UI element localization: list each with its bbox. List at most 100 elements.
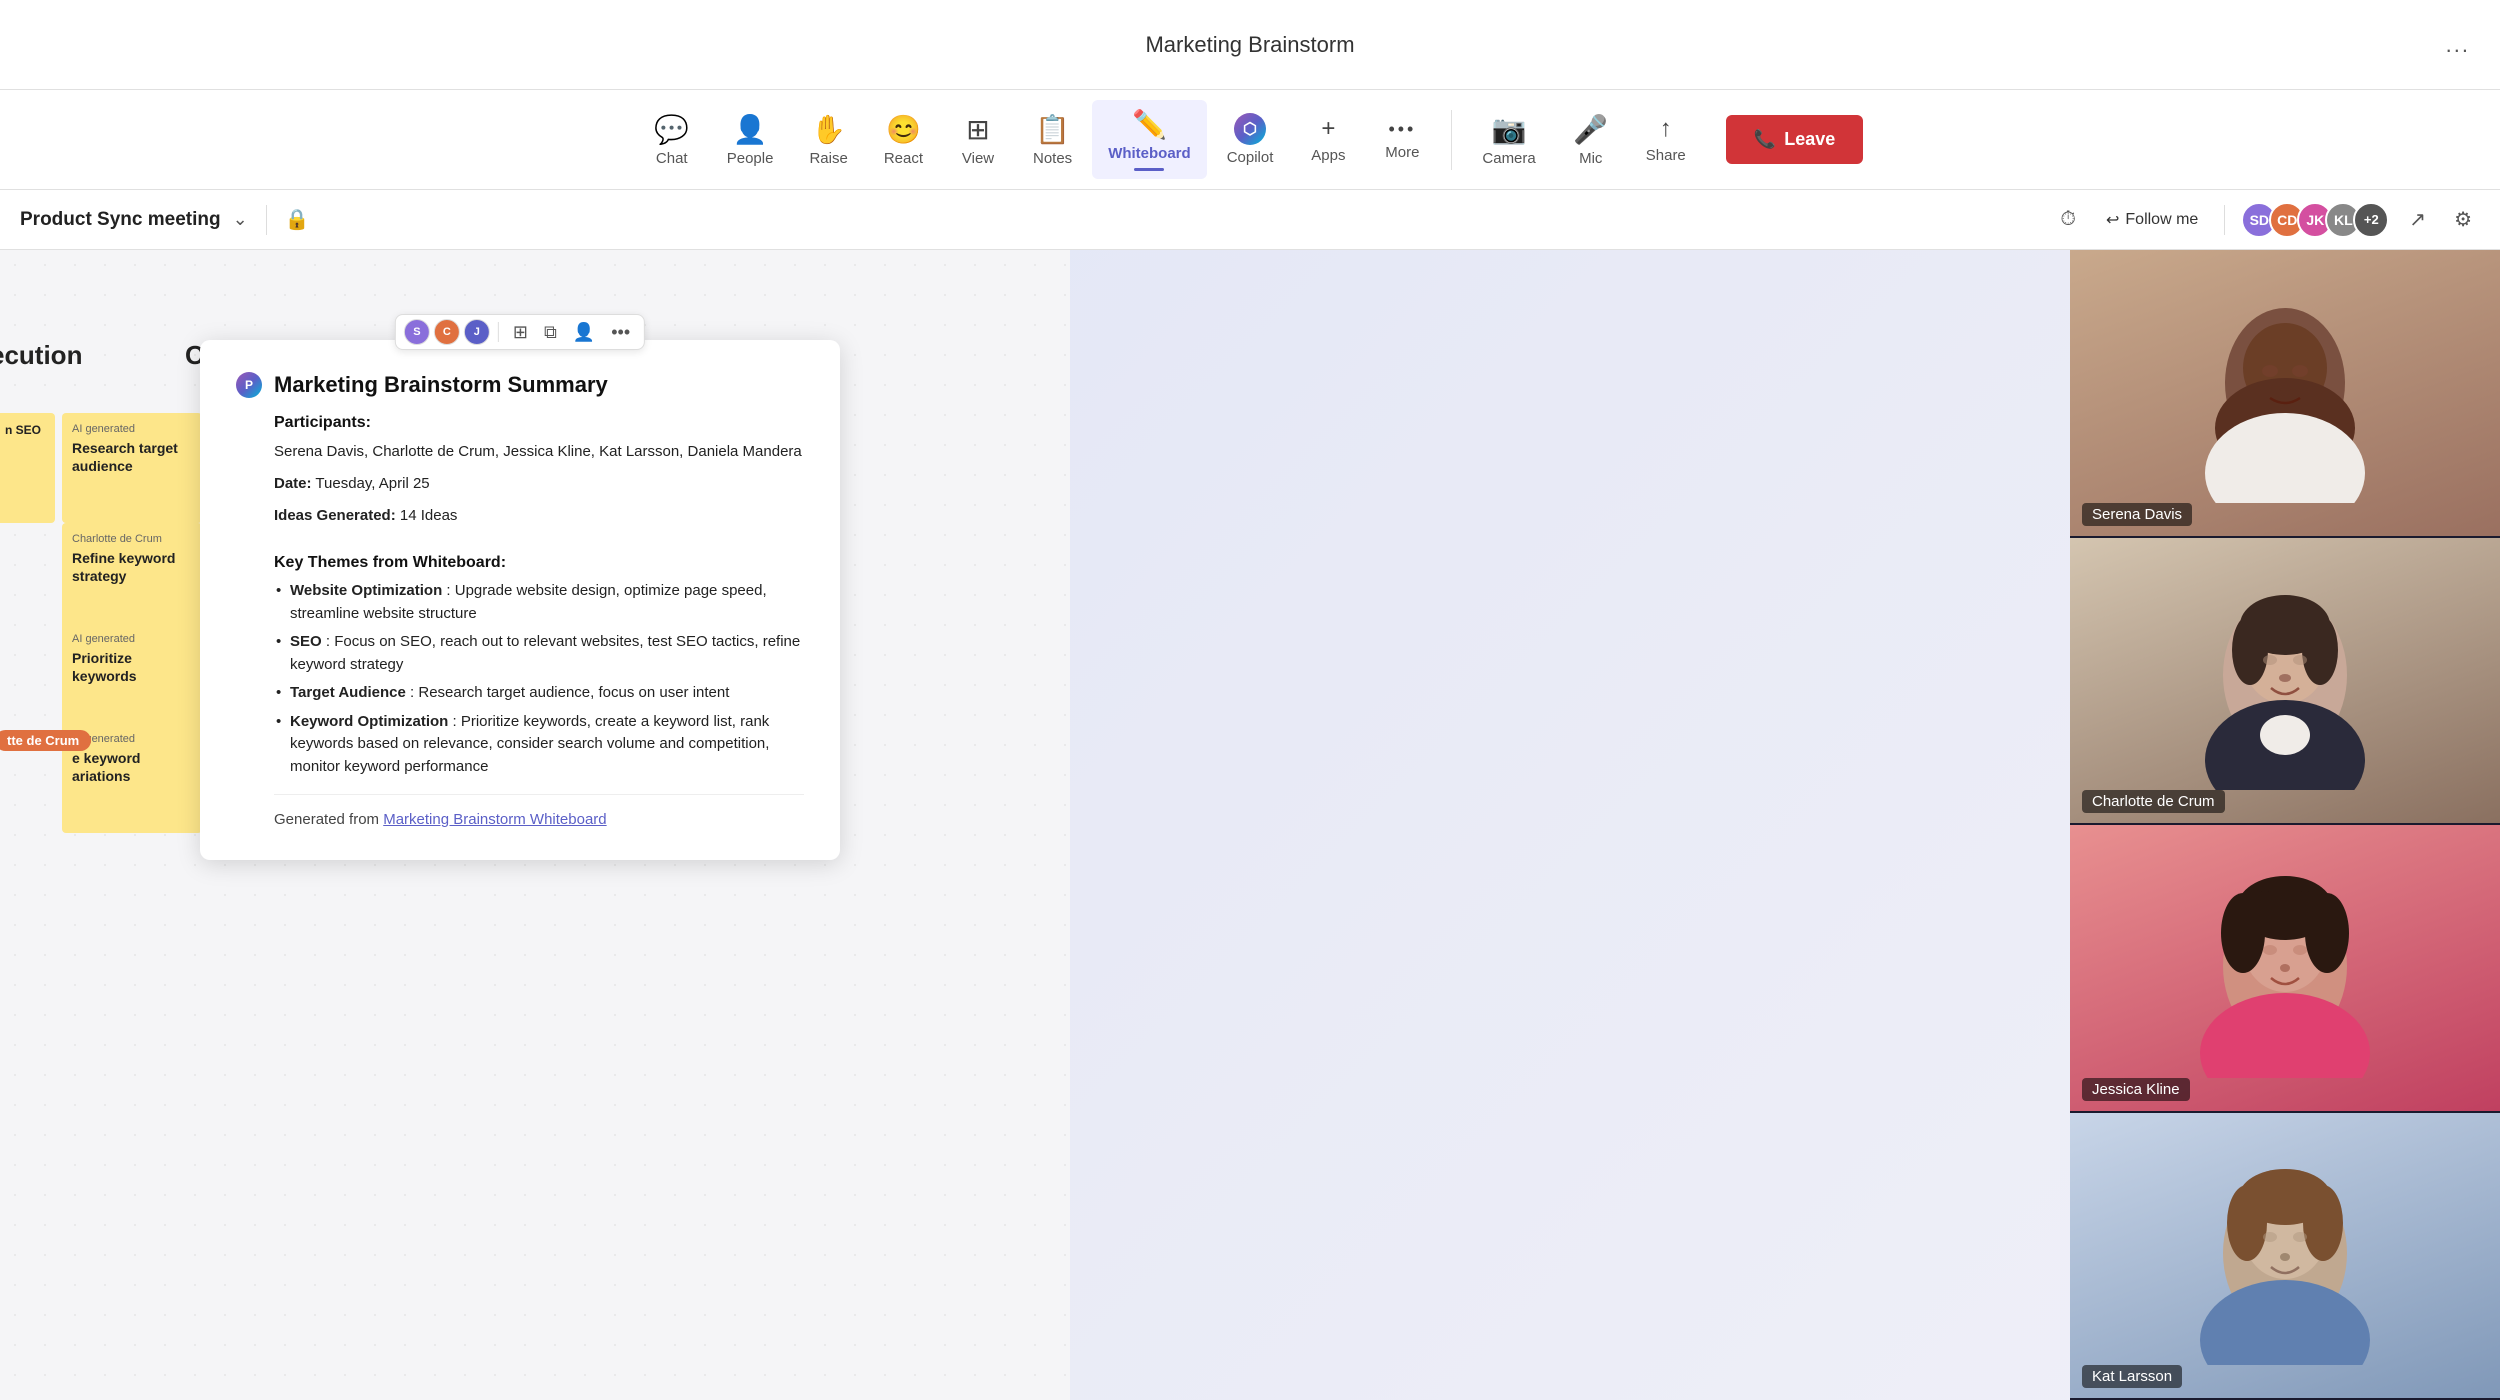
ideas-row: Ideas Generated: 14 Ideas — [274, 504, 804, 528]
card-avatar-1: S — [404, 319, 430, 345]
theme-seo-text: : Focus on SEO, reach out to relevant we… — [290, 633, 800, 673]
toolbar-whiteboard[interactable]: ✏️ Whiteboard — [1092, 100, 1207, 179]
card-avatar-3: J — [464, 319, 490, 345]
sticky-charlotte-label: Charlotte de Crum — [72, 533, 192, 545]
card-grid-icon[interactable]: ⊞ — [507, 320, 534, 345]
meeting-bar: Product Sync meeting ⌄ 🔒 ⏱ ↩ Follow me S… — [0, 190, 2500, 250]
toolbar-copilot[interactable]: ⬡ Copilot — [1211, 105, 1290, 174]
toolbar-raise[interactable]: ✋ Raise — [793, 105, 863, 175]
theme-seo: SEO : Focus on SEO, reach out to relevan… — [274, 631, 804, 676]
mic-icon: 🎤 — [1573, 113, 1608, 146]
card-more-icon[interactable]: ••• — [605, 320, 636, 345]
sticky-text: Refine keyword strategy — [72, 549, 192, 585]
avatar-group: SD CD JK KL +2 — [2241, 202, 2389, 238]
avatar-plus: +2 — [2353, 202, 2389, 238]
video-tile-serena: Serena Davis — [2070, 250, 2500, 538]
app-title: Marketing Brainstorm — [1145, 32, 1354, 58]
raise-icon: ✋ — [811, 113, 846, 146]
participants-heading: Participants: — [274, 414, 804, 432]
meeting-chevron-icon[interactable]: ⌄ — [233, 209, 248, 230]
sticky-text: Research target audience — [72, 439, 192, 475]
toolbar-react[interactable]: 😊 React — [868, 105, 939, 175]
toolbar-apps[interactable]: + Apps — [1293, 107, 1363, 172]
card-divider — [274, 794, 804, 795]
card-copy-icon[interactable]: ⧉ — [538, 320, 563, 345]
toolbar-more[interactable]: ••• More — [1367, 111, 1437, 169]
charlotte-video — [2070, 538, 2500, 824]
footer-link[interactable]: Marketing Brainstorm Whiteboard — [383, 811, 606, 828]
sticky-ai-label: AI generated — [72, 423, 192, 435]
share-meeting-icon[interactable]: ↗ — [2401, 203, 2434, 236]
separator — [266, 205, 267, 235]
participants-value: Serena Davis, Charlotte de Crum, Jessica… — [274, 440, 804, 464]
toolbar-view[interactable]: ⊞ View — [943, 105, 1013, 175]
toolbar: 💬 Chat 👤 People ✋ Raise 😊 React ⊞ View 📋… — [0, 90, 2500, 190]
toolbar-notes[interactable]: 📋 Notes — [1017, 105, 1088, 175]
ideas-count: 14 Ideas — [400, 507, 458, 524]
toolbar-mic[interactable]: 🎤 Mic — [1556, 105, 1626, 175]
sticky-text: e keyword ariations — [72, 749, 192, 785]
timer-icon[interactable]: ⏱ — [2052, 204, 2084, 235]
summary-card: P S C J ⊞ ⧉ 👤 ••• Marketing Brainstorm S… — [200, 340, 840, 860]
follow-me-button[interactable]: ↩ Follow me — [2096, 206, 2208, 234]
sticky-text: Prioritize keywords — [72, 649, 192, 685]
sticky-research-audience: AI generated Research target audience — [62, 413, 202, 523]
jessica-video — [2070, 825, 2500, 1111]
date-row: Date: Tuesday, April 25 — [274, 472, 804, 496]
serena-video — [2070, 250, 2500, 536]
settings-icon[interactable]: ⚙ — [2446, 203, 2480, 236]
theme-audience: Target Audience : Research target audien… — [274, 682, 804, 705]
theme-keyword: Keyword Optimization : Prioritize keywor… — [274, 711, 804, 779]
apps-icon: + — [1321, 115, 1335, 143]
card-person-icon[interactable]: 👤 — [567, 320, 601, 345]
react-icon: 😊 — [886, 113, 921, 146]
sticky-on-seo: n SEO — [0, 413, 55, 523]
sticky-text: n SEO — [5, 423, 45, 439]
toolbar-share[interactable]: ↑ Share — [1630, 107, 1702, 172]
ideas-label: Ideas Generated: — [274, 507, 396, 524]
camera-icon: 📷 — [1492, 113, 1527, 146]
video-tile-jessica: Jessica Kline — [2070, 825, 2500, 1113]
sticky-ai-label: AI generated — [72, 633, 192, 645]
leave-phone-icon: 📞 — [1754, 129, 1776, 150]
theme-audience-text: : Research target audience, focus on use… — [410, 684, 729, 701]
separator — [2224, 205, 2225, 235]
card-content: Marketing Brainstorm Summary Participant… — [236, 372, 804, 828]
theme-website-heading: Website Optimization — [290, 582, 442, 599]
video-name-charlotte: Charlotte de Crum — [2082, 790, 2225, 813]
card-toolbar: S C J ⊞ ⧉ 👤 ••• — [395, 314, 645, 350]
chat-icon: 💬 — [654, 113, 689, 146]
people-icon: 👤 — [733, 113, 768, 146]
sticky-refine-keyword: Charlotte de Crum Refine keyword strateg… — [62, 523, 202, 633]
toolbar-camera[interactable]: 📷 Camera — [1466, 105, 1551, 175]
card-avatar-2: C — [434, 319, 460, 345]
toolbar-people[interactable]: 👤 People — [711, 105, 790, 175]
theme-audience-heading: Target Audience — [290, 684, 406, 701]
more-button[interactable]: ... — [2446, 32, 2470, 58]
video-name-kat: Kat Larsson — [2082, 1365, 2182, 1388]
view-icon: ⊞ — [966, 113, 989, 146]
video-tile-charlotte: Charlotte de Crum — [2070, 538, 2500, 826]
lock-icon: 🔒 — [285, 207, 310, 232]
notes-icon: 📋 — [1035, 113, 1070, 146]
video-tile-kat: Kat Larsson — [2070, 1113, 2500, 1400]
date-value: Tuesday, April 25 — [315, 475, 429, 492]
footer-prefix: Generated from — [274, 811, 383, 828]
card-footer: Generated from Marketing Brainstorm Whit… — [274, 811, 804, 828]
section-execution: ecution — [0, 340, 82, 371]
separator — [1451, 110, 1452, 170]
meeting-bar-right: ⏱ ↩ Follow me SD CD JK KL +2 ↗ ⚙ — [2052, 202, 2480, 238]
copilot-icon: ⬡ — [1234, 113, 1266, 145]
more-icon: ••• — [1388, 119, 1416, 140]
charlotte-cursor-label: tte de Crum — [0, 730, 91, 751]
whiteboard-canvas: ecution Outreach Networking AI generated… — [0, 250, 1070, 1400]
leave-button[interactable]: 📞 Leave — [1726, 115, 1863, 164]
theme-seo-heading: SEO — [290, 633, 322, 650]
date-label: Date: — [274, 475, 312, 492]
separator — [498, 322, 499, 342]
toolbar-chat[interactable]: 💬 Chat — [637, 105, 707, 175]
share-icon: ↑ — [1660, 115, 1672, 143]
meeting-title: Product Sync meeting — [20, 209, 221, 231]
title-bar: Marketing Brainstorm ... — [0, 0, 2500, 90]
copilot-card-icon: P — [236, 372, 262, 398]
